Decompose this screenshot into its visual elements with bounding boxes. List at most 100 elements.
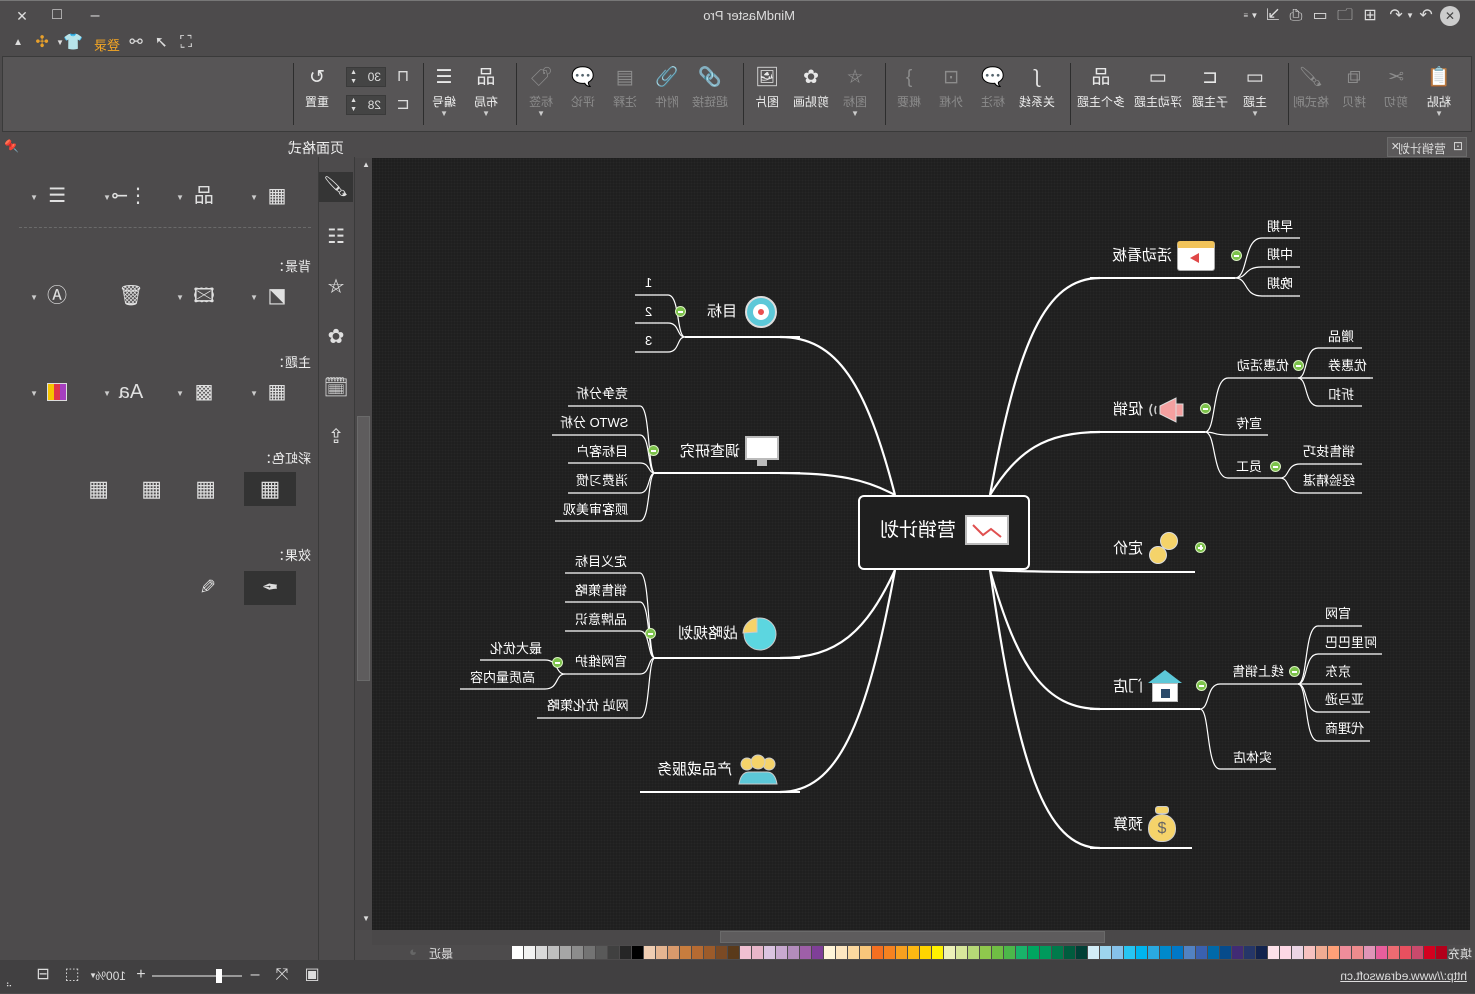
- color-swatch[interactable]: [788, 946, 799, 959]
- minimize-button[interactable]: –: [85, 6, 105, 26]
- clipart-tab-icon[interactable]: ✿: [319, 322, 353, 352]
- image-button[interactable]: 🖼 图片: [743, 65, 791, 110]
- color-swatch[interactable]: [620, 946, 631, 959]
- topic-label[interactable]: 折扣: [1328, 386, 1354, 404]
- color-swatch[interactable]: [872, 946, 883, 959]
- topic-label[interactable]: 门店: [1113, 678, 1143, 696]
- color-swatch[interactable]: [1316, 946, 1327, 959]
- color-swatch[interactable]: [884, 946, 895, 959]
- skin-dropdown-icon[interactable]: ▼: [55, 33, 65, 53]
- fullscreen-view-icon[interactable]: ⤧: [272, 965, 292, 985]
- topic-label[interactable]: 消费习惯: [576, 472, 628, 490]
- undo-icon[interactable]: ↶: [1387, 6, 1405, 26]
- color-swatch[interactable]: [932, 946, 943, 959]
- rainbow-option-3[interactable]: ▦: [128, 472, 162, 506]
- scroll-up-arrow[interactable]: ▲: [362, 160, 370, 169]
- color-swatch[interactable]: [944, 946, 955, 959]
- vertical-scroll-thumb[interactable]: [357, 416, 370, 681]
- collapse-button[interactable]: [1196, 680, 1207, 691]
- close-button[interactable]: ✕: [12, 6, 32, 26]
- collapse-button[interactable]: [675, 306, 686, 317]
- color-swatch[interactable]: [800, 946, 811, 959]
- color-swatch[interactable]: [968, 946, 979, 959]
- collapse-button[interactable]: [1293, 360, 1304, 371]
- color-swatch[interactable]: [860, 946, 871, 959]
- icon-library-tab-icon[interactable]: ⛤: [319, 272, 353, 302]
- topic-label[interactable]: 目标客户: [576, 443, 628, 461]
- save-icon[interactable]: ▭: [1311, 6, 1329, 26]
- color-swatch[interactable]: [1208, 946, 1219, 959]
- color-swatch[interactable]: [1412, 946, 1423, 959]
- fullscreen-icon[interactable]: ⛶: [177, 33, 195, 53]
- collapse-button[interactable]: [1270, 461, 1281, 472]
- horizontal-scroll-thumb[interactable]: [720, 931, 1105, 943]
- palette-icon[interactable]: ◕: [409, 944, 417, 959]
- login-button[interactable]: 登录: [94, 35, 120, 54]
- color-swatch[interactable]: [512, 946, 523, 959]
- format-painter-button[interactable]: 🖌 格式刷: [1287, 65, 1335, 110]
- topic-label[interactable]: 官网: [1325, 605, 1351, 623]
- attachment-button[interactable]: 📎 附件: [643, 65, 691, 110]
- color-swatch[interactable]: [776, 946, 787, 959]
- color-swatch[interactable]: [632, 946, 643, 959]
- background-image-icon[interactable]: 🖾: [187, 281, 221, 311]
- color-swatch[interactable]: [1364, 946, 1375, 959]
- collapse-button[interactable]: [552, 657, 563, 668]
- scroll-down-arrow[interactable]: ▼: [362, 914, 370, 923]
- color-swatch[interactable]: [812, 946, 823, 959]
- color-swatch[interactable]: [704, 946, 715, 959]
- topic-label[interactable]: 竞争分析: [576, 385, 628, 403]
- zoom-dropdown-icon[interactable]: ▼: [88, 966, 98, 986]
- subtopic-button[interactable]: ⊏ 子主题: [1186, 65, 1234, 110]
- topic-label[interactable]: 目标: [707, 303, 737, 321]
- color-swatch[interactable]: [656, 946, 667, 959]
- topic-label[interactable]: 定义目标: [575, 553, 627, 571]
- color-swatch[interactable]: [1064, 946, 1075, 959]
- resize-grip-icon[interactable]: ⠴: [3, 974, 15, 994]
- topic-label[interactable]: 京东: [1325, 663, 1351, 681]
- numbering-style-icon[interactable]: ☰: [40, 181, 74, 211]
- print-icon[interactable]: ⎙: [1287, 6, 1305, 26]
- select-cursor-icon[interactable]: ➚: [152, 33, 170, 53]
- rainbow-option-2[interactable]: ▦: [182, 472, 216, 506]
- hand-drawn-off-pen-icon[interactable]: ✒: [244, 571, 296, 605]
- topic-label[interactable]: 亚马逊: [1325, 691, 1364, 709]
- color-swatch[interactable]: [896, 946, 907, 959]
- color-swatch[interactable]: [560, 946, 571, 959]
- new-file-icon[interactable]: ⊞: [1361, 6, 1379, 26]
- color-swatch[interactable]: [1112, 946, 1123, 959]
- collapse-button[interactable]: [1289, 666, 1300, 677]
- page-size-icon[interactable]: ⬚: [62, 965, 82, 985]
- copy-button[interactable]: ⧉ 拷贝: [1330, 65, 1378, 110]
- task-tab-icon[interactable]: 🗓: [319, 373, 353, 403]
- theme-style-icon[interactable]: ▩: [187, 377, 221, 407]
- color-swatch[interactable]: [1280, 946, 1291, 959]
- color-swatch[interactable]: [1148, 946, 1159, 959]
- color-swatch[interactable]: [584, 946, 595, 959]
- topic-label[interactable]: 销售策略: [575, 582, 627, 600]
- topic-label[interactable]: 早期: [1267, 218, 1293, 236]
- maximize-button[interactable]: □: [47, 5, 67, 25]
- color-swatch[interactable]: [1184, 946, 1195, 959]
- topic-label[interactable]: 实体店: [1233, 749, 1272, 767]
- zoom-level[interactable]: 100%: [95, 969, 126, 983]
- color-swatch[interactable]: [1124, 946, 1135, 959]
- color-swatch[interactable]: [1388, 946, 1399, 959]
- topic-label[interactable]: 优惠券: [1328, 357, 1367, 375]
- note-button[interactable]: ▤ 注释: [601, 65, 649, 110]
- color-swatch[interactable]: [1244, 946, 1255, 959]
- topic-label[interactable]: 活动看板: [1112, 247, 1172, 265]
- color-swatch[interactable]: [848, 946, 859, 959]
- color-swatch[interactable]: [596, 946, 607, 959]
- color-swatch[interactable]: [728, 946, 739, 959]
- background-fill-icon[interactable]: ◩: [260, 281, 294, 311]
- vertical-scrollbar[interactable]: ▲ ▼: [355, 158, 372, 930]
- topic-label[interactable]: 调查研究: [680, 443, 740, 461]
- topic-label[interactable]: 3: [645, 332, 652, 350]
- topic-label[interactable]: 赠品: [1328, 328, 1354, 346]
- share-icon[interactable]: ⚯: [127, 33, 145, 53]
- topic-label[interactable]: 网站 优化策略: [547, 697, 629, 715]
- color-swatch[interactable]: [548, 946, 559, 959]
- topic-label[interactable]: 官网维护: [575, 653, 627, 671]
- color-swatch[interactable]: [692, 946, 703, 959]
